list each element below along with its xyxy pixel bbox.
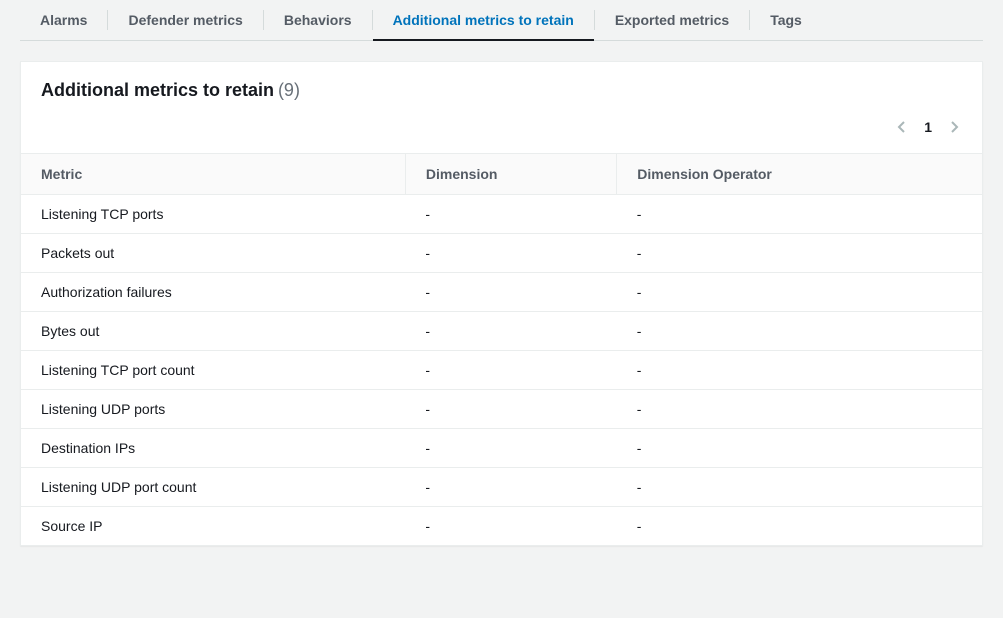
cell-dimension: -: [405, 468, 616, 507]
metrics-panel: Additional metrics to retain (9) 1 Metri…: [20, 61, 983, 546]
cell-operator: -: [617, 468, 982, 507]
table-row: Source IP--: [21, 507, 982, 546]
tab-bar: Alarms Defender metrics Behaviors Additi…: [20, 0, 983, 41]
cell-operator: -: [617, 312, 982, 351]
cell-metric: Bytes out: [21, 312, 405, 351]
panel-count: (9): [278, 80, 300, 100]
table-row: Listening TCP ports--: [21, 195, 982, 234]
table-row: Packets out--: [21, 234, 982, 273]
metrics-table: Metric Dimension Dimension Operator List…: [21, 153, 982, 545]
pagination: 1: [21, 109, 982, 153]
tab-exported-metrics[interactable]: Exported metrics: [595, 0, 749, 40]
table-row: Listening TCP port count--: [21, 351, 982, 390]
cell-metric: Destination IPs: [21, 429, 405, 468]
cell-dimension: -: [405, 234, 616, 273]
cell-metric: Listening UDP ports: [21, 390, 405, 429]
panel-header: Additional metrics to retain (9): [21, 62, 982, 109]
table-row: Authorization failures--: [21, 273, 982, 312]
panel-title: Additional metrics to retain: [41, 80, 274, 100]
cell-operator: -: [617, 507, 982, 546]
cell-operator: -: [617, 273, 982, 312]
tab-additional-metrics[interactable]: Additional metrics to retain: [373, 0, 594, 40]
cell-operator: -: [617, 390, 982, 429]
tab-alarms[interactable]: Alarms: [20, 0, 107, 40]
cell-metric: Authorization failures: [21, 273, 405, 312]
cell-operator: -: [617, 429, 982, 468]
table-row: Listening UDP ports--: [21, 390, 982, 429]
cell-metric: Listening TCP port count: [21, 351, 405, 390]
tab-defender-metrics[interactable]: Defender metrics: [108, 0, 262, 40]
cell-dimension: -: [405, 273, 616, 312]
cell-metric: Source IP: [21, 507, 405, 546]
tab-tags[interactable]: Tags: [750, 0, 822, 40]
pagination-page-number: 1: [924, 119, 932, 135]
cell-metric: Listening UDP port count: [21, 468, 405, 507]
cell-dimension: -: [405, 351, 616, 390]
pagination-prev-icon[interactable]: [894, 119, 910, 135]
table-row: Bytes out--: [21, 312, 982, 351]
table-header-dimension[interactable]: Dimension: [405, 154, 616, 195]
table-header-metric[interactable]: Metric: [21, 154, 405, 195]
cell-operator: -: [617, 234, 982, 273]
cell-metric: Packets out: [21, 234, 405, 273]
pagination-next-icon[interactable]: [946, 119, 962, 135]
cell-dimension: -: [405, 390, 616, 429]
table-row: Listening UDP port count--: [21, 468, 982, 507]
cell-metric: Listening TCP ports: [21, 195, 405, 234]
cell-dimension: -: [405, 507, 616, 546]
cell-dimension: -: [405, 195, 616, 234]
cell-operator: -: [617, 195, 982, 234]
cell-dimension: -: [405, 429, 616, 468]
table-header-operator[interactable]: Dimension Operator: [617, 154, 982, 195]
cell-operator: -: [617, 351, 982, 390]
tab-behaviors[interactable]: Behaviors: [264, 0, 372, 40]
cell-dimension: -: [405, 312, 616, 351]
table-row: Destination IPs--: [21, 429, 982, 468]
